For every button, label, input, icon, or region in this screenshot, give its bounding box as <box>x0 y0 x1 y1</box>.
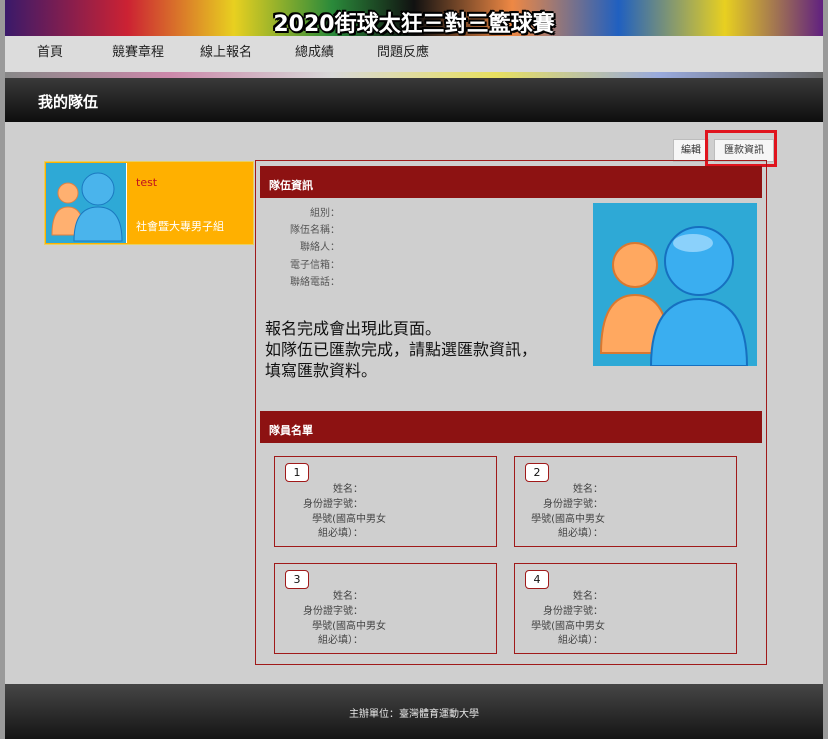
page-header: 我的隊伍 <box>5 78 823 122</box>
nav-item-register[interactable]: 線上報名 <box>200 41 252 60</box>
nav-item-rules[interactable]: 競賽章程 <box>112 41 164 60</box>
nav-item-results[interactable]: 總成績 <box>295 41 334 60</box>
users-icon <box>593 203 757 366</box>
member-name-label: 姓名： <box>573 591 603 602</box>
banner-title: 2020街球太狂三對三籃球賽 <box>273 12 555 36</box>
member-card[interactable]: 3 姓名： 身份證字號： 學號(國高中男女 組必填）： <box>274 563 497 654</box>
members-title: 隊員名單 <box>269 424 313 437</box>
field-phone-label: 聯絡電話： <box>290 277 340 288</box>
member-number: 4 <box>525 570 549 589</box>
member-id-label: 身份證字號： <box>303 606 363 617</box>
member-school-label-2: 組必填）： <box>558 635 603 646</box>
team-card[interactable]: test 社會暨大專男子組 <box>44 161 254 245</box>
notice-line-2: 如隊伍已匯款完成，請點選匯款資訊， <box>265 340 538 359</box>
field-email-label: 電子信箱： <box>290 260 340 271</box>
member-school-label-2: 組必填）： <box>318 635 363 646</box>
member-school-label: 學號(國高中男女 <box>312 621 386 632</box>
nav-item-feedback[interactable]: 問題反應 <box>377 41 429 60</box>
page-title: 我的隊伍 <box>38 93 99 111</box>
field-team-name-label: 隊伍名稱： <box>290 225 340 236</box>
banner: 2020街球太狂三對三籃球賽 <box>5 0 823 36</box>
team-name: test <box>136 176 158 189</box>
edit-button[interactable]: 編輯 <box>673 139 709 162</box>
registration-notice: 報名完成會出現此頁面。 如隊伍已匯款完成，請點選匯款資訊， 填寫匯款資料。 <box>265 318 537 381</box>
member-name-label: 姓名： <box>333 484 363 495</box>
member-card[interactable]: 4 姓名： 身份證字號： 學號(國高中男女 組必填）： <box>514 563 737 654</box>
member-school-label-2: 組必填）： <box>558 528 603 539</box>
notice-line-3: 填寫匯款資料。 <box>265 361 378 380</box>
team-info-header: 隊伍資訊 <box>260 166 762 198</box>
member-number: 1 <box>285 463 309 482</box>
team-info-title: 隊伍資訊 <box>269 179 313 192</box>
field-contact-label: 聯絡人： <box>300 242 340 253</box>
footer-organizer: 主辦單位：臺灣體育運動大學 <box>349 709 479 720</box>
member-id-label: 身份證字號： <box>303 499 363 510</box>
member-number: 3 <box>285 570 309 589</box>
member-card[interactable]: 1 姓名： 身份證字號： 學號(國高中男女 組必填）： <box>274 456 497 547</box>
main-nav: 首頁 競賽章程 線上報名 總成績 問題反應 <box>5 36 823 74</box>
member-school-label: 學號(國高中男女 <box>531 514 605 525</box>
member-id-label: 身份證字號： <box>543 499 603 510</box>
member-name-label: 姓名： <box>333 591 363 602</box>
users-icon <box>46 163 127 243</box>
member-card[interactable]: 2 姓名： 身份證字號： 學號(國高中男女 組必填）： <box>514 456 737 547</box>
field-group-label: 組別： <box>310 208 340 219</box>
team-group: 社會暨大專男子組 <box>136 220 224 233</box>
member-number: 2 <box>525 463 549 482</box>
members-header: 隊員名單 <box>260 411 762 443</box>
member-school-label: 學號(國高中男女 <box>531 621 605 632</box>
nav-item-home[interactable]: 首頁 <box>37 41 63 60</box>
member-name-label: 姓名： <box>573 484 603 495</box>
footer: 主辦單位：臺灣體育運動大學 <box>5 684 823 739</box>
member-school-label-2: 組必填）： <box>318 528 363 539</box>
notice-line-1: 報名完成會出現此頁面。 <box>265 319 442 338</box>
member-school-label: 學號(國高中男女 <box>312 514 386 525</box>
member-id-label: 身份證字號： <box>543 606 603 617</box>
